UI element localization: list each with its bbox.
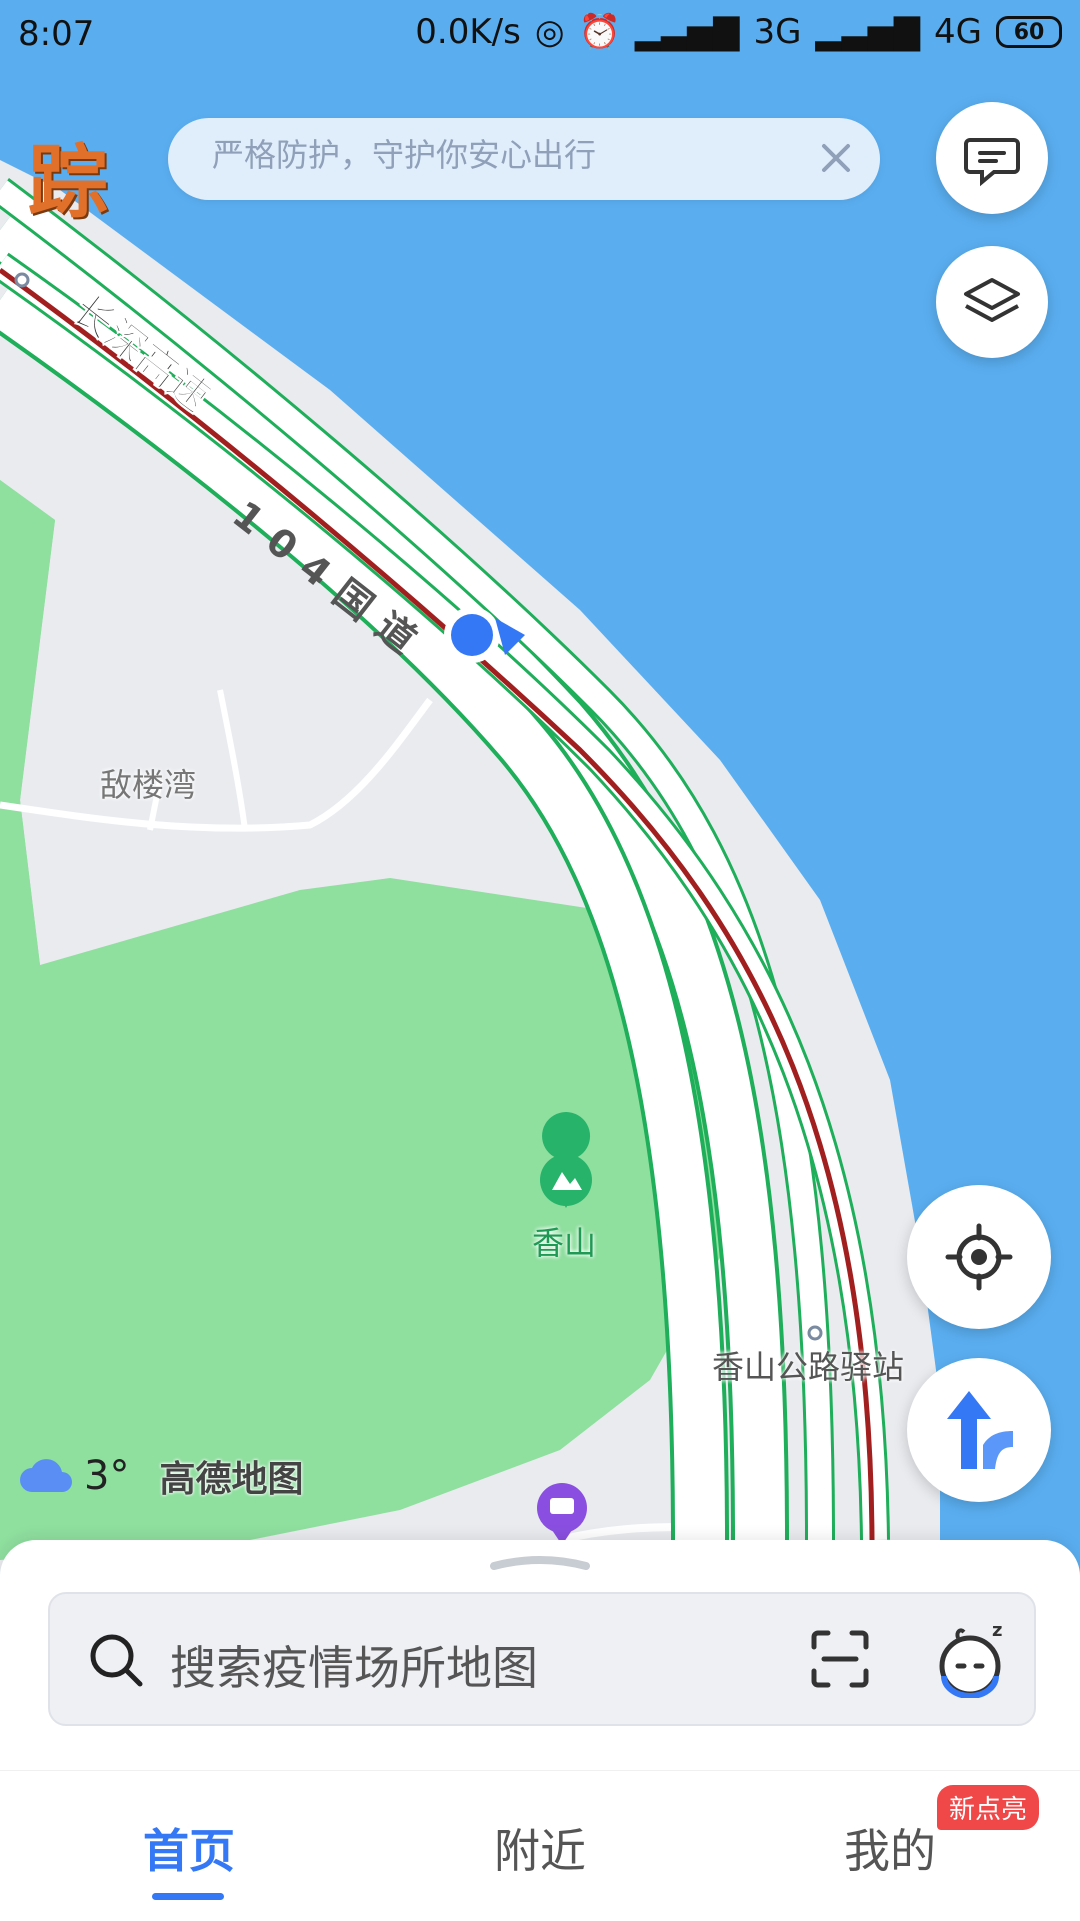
notice-banner[interactable]: 严格防护，守护你安心出行 [168,118,880,200]
search-input[interactable]: 搜索疫情场所地图 [170,1632,538,1698]
tab-nearby[interactable]: 附近 [440,1815,640,1881]
route-button[interactable] [907,1358,1051,1502]
close-icon[interactable] [812,134,860,182]
scan-icon[interactable] [808,1627,872,1691]
signal2-icon: ▂▃▅▇ [815,12,921,52]
place-label-dilouwan: 敌楼湾 [100,766,197,804]
message-icon [964,138,1020,187]
locate-button[interactable] [907,1185,1051,1329]
bottom-tab-bar: 首页 附近 我的 [0,1770,1080,1921]
sim1-label: 3G [753,12,802,52]
sim2-label: 4G [934,12,982,52]
search-icon [90,1634,143,1687]
place-label-xiangshan: 香山 [532,1224,597,1262]
active-tab-indicator [152,1893,224,1900]
hotspot-icon: ◎ [534,12,565,52]
net-speed: 0.0K/s [415,12,521,52]
signal-icon: ▂▃▅▇ [634,12,740,52]
assistant-icon[interactable]: z [930,1618,1010,1698]
place-label-xiangshan-station: 香山公路驿站 [712,1348,905,1386]
tab-home[interactable]: 首页 [89,1815,289,1881]
weather-icon [20,1459,72,1492]
status-time: 8:07 [18,14,95,54]
drag-handle[interactable] [490,1554,590,1570]
battery-indicator: 60 [996,16,1062,48]
weather-temp: 3° [84,1453,130,1499]
weather-widget[interactable]: 3° 高德地图 [18,1450,303,1502]
svg-text:z: z [992,1620,1002,1641]
alarm-icon: ⏰ [578,12,621,52]
banner-text: 严格防护，守护你安心出行 [212,136,597,174]
search-bar[interactable]: 搜索疫情场所地图 z [48,1592,1036,1726]
navigate-icon [947,1391,1013,1469]
locate-icon [945,1223,1013,1291]
layers-button[interactable] [936,246,1048,358]
brand-label: 高德地图 [159,1459,304,1500]
activity-logo[interactable]: 踪 [28,118,108,234]
message-button[interactable] [936,102,1048,214]
new-badge: 新点亮 [937,1785,1040,1830]
status-bar: 8:07 0.0K/s ◎ ⏰ ▂▃▅▇ 3G ▂▃▅▇ 4G 60 [0,0,1080,72]
layers-icon [964,278,1020,322]
